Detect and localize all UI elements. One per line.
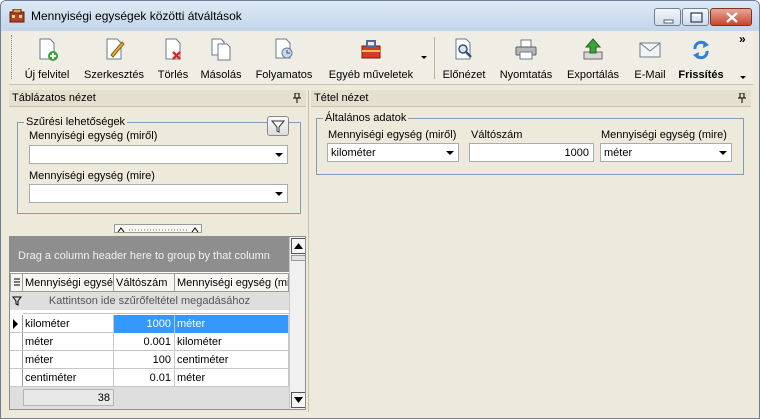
pin-icon[interactable] bbox=[738, 93, 746, 103]
email-icon bbox=[639, 42, 661, 58]
column-header-to[interactable]: Mennyiségi egység (mi bbox=[175, 273, 289, 292]
column-header-factor[interactable]: Váltószám bbox=[114, 273, 175, 292]
preview-button[interactable]: Előnézet bbox=[437, 33, 491, 83]
table-row[interactable]: méter 0.001 kilométer bbox=[10, 333, 289, 351]
table-row[interactable]: kilométer 1000 méter bbox=[10, 315, 289, 333]
column-header-from[interactable]: Mennyiségi egység bbox=[23, 273, 114, 292]
preview-icon bbox=[455, 38, 472, 60]
grid-vertical-scrollbar[interactable] bbox=[289, 237, 305, 409]
continuous-icon bbox=[275, 38, 293, 59]
selected-cell[interactable]: 1000 bbox=[114, 315, 175, 333]
right-pane-header: Tétel nézet bbox=[311, 90, 751, 107]
chevron-down-icon bbox=[446, 151, 454, 155]
close-button[interactable] bbox=[710, 8, 752, 26]
left-pane-header: Táblázatos nézet bbox=[9, 90, 306, 107]
toolbar-separator bbox=[434, 37, 435, 79]
group-by-panel[interactable]: Drag a column header here to group by th… bbox=[10, 237, 289, 272]
toolbox-icon bbox=[361, 40, 381, 59]
copy-icon bbox=[211, 38, 231, 61]
filter-to-unit-combo[interactable] bbox=[29, 184, 288, 203]
grid-footer: 38 bbox=[10, 387, 289, 409]
table-row[interactable]: centiméter 0.01 méter bbox=[10, 369, 289, 387]
refresh-icon bbox=[693, 40, 709, 60]
filter-from-unit-combo[interactable] bbox=[29, 145, 288, 164]
export-icon bbox=[583, 38, 603, 60]
export-button[interactable]: Exportálás bbox=[561, 33, 625, 83]
delete-button[interactable]: Törlés bbox=[153, 33, 193, 83]
chevron-down-icon bbox=[719, 151, 727, 155]
dropdown-arrow-icon[interactable] bbox=[421, 55, 429, 61]
toolbar-overflow-button[interactable]: » bbox=[739, 32, 746, 46]
table-row[interactable]: méter 100 centiméter bbox=[10, 351, 289, 369]
chevron-down-icon bbox=[275, 192, 283, 196]
minimize-icon bbox=[663, 19, 674, 24]
new-button[interactable]: Új felvitel bbox=[19, 33, 75, 83]
column-chooser-icon bbox=[14, 278, 20, 286]
close-icon bbox=[726, 12, 738, 23]
splitter-handle[interactable] bbox=[114, 224, 202, 233]
current-row-icon bbox=[13, 319, 18, 329]
pane-splitter[interactable] bbox=[308, 90, 309, 412]
copy-button[interactable]: Másolás bbox=[197, 33, 245, 83]
grid-filter-row[interactable]: Kattintson ide szűrőfeltétel megadásához bbox=[10, 292, 289, 310]
other-actions-button[interactable]: Egyéb műveletek bbox=[323, 33, 419, 83]
filter-toggle-button[interactable] bbox=[267, 116, 289, 136]
window-title: Mennyiségi egységek közötti átváltások bbox=[31, 9, 242, 23]
from-unit-combo[interactable]: kilométer bbox=[327, 143, 459, 162]
edit-icon bbox=[106, 38, 125, 60]
app-icon bbox=[9, 9, 25, 23]
maximize-icon bbox=[690, 12, 703, 23]
pin-icon[interactable] bbox=[293, 93, 301, 103]
minimize-button[interactable] bbox=[654, 8, 681, 26]
general-data-group: Általános adatok Mennyiségi egység (mirő… bbox=[316, 112, 744, 175]
app-window: Mennyiségi egységek közötti átváltások Ú… bbox=[0, 0, 760, 419]
scroll-down-button[interactable] bbox=[291, 392, 305, 408]
column-chooser-button[interactable] bbox=[10, 273, 23, 292]
print-button[interactable]: Nyomtatás bbox=[497, 33, 555, 83]
funnel-icon bbox=[270, 120, 286, 133]
maximize-button[interactable] bbox=[682, 8, 709, 26]
edit-button[interactable]: Szerkesztés bbox=[81, 33, 147, 83]
title-bar[interactable]: Mennyiségi egységek közötti átváltások bbox=[1, 1, 759, 31]
collapse-arrows-icon bbox=[117, 227, 199, 233]
to-unit-combo[interactable]: méter bbox=[600, 143, 732, 162]
data-grid: Drag a column header here to group by th… bbox=[9, 236, 306, 410]
printer-icon bbox=[515, 39, 537, 60]
arrow-up-icon bbox=[294, 243, 303, 249]
scroll-thumb[interactable] bbox=[291, 255, 305, 261]
toolbar-options-arrow-icon[interactable] bbox=[740, 75, 748, 81]
factor-input[interactable]: 1000 bbox=[469, 143, 594, 162]
chevron-down-icon bbox=[275, 153, 283, 157]
continuous-button[interactable]: Folyamatos bbox=[251, 33, 317, 83]
filter-group: Szűrési lehetőségek Mennyiségi egység (m… bbox=[17, 116, 301, 214]
refresh-button[interactable]: Frissítés bbox=[673, 33, 729, 83]
email-button[interactable]: E-Mail bbox=[629, 33, 671, 83]
arrow-down-icon bbox=[294, 397, 303, 403]
toolbar: Új felvitel Szerkesztés Törlés Másolás F… bbox=[9, 31, 753, 85]
toolbar-grip[interactable] bbox=[11, 35, 14, 79]
record-count: 38 bbox=[23, 389, 114, 406]
delete-icon bbox=[165, 38, 181, 60]
scroll-up-button[interactable] bbox=[291, 238, 305, 254]
new-document-icon bbox=[39, 38, 58, 61]
